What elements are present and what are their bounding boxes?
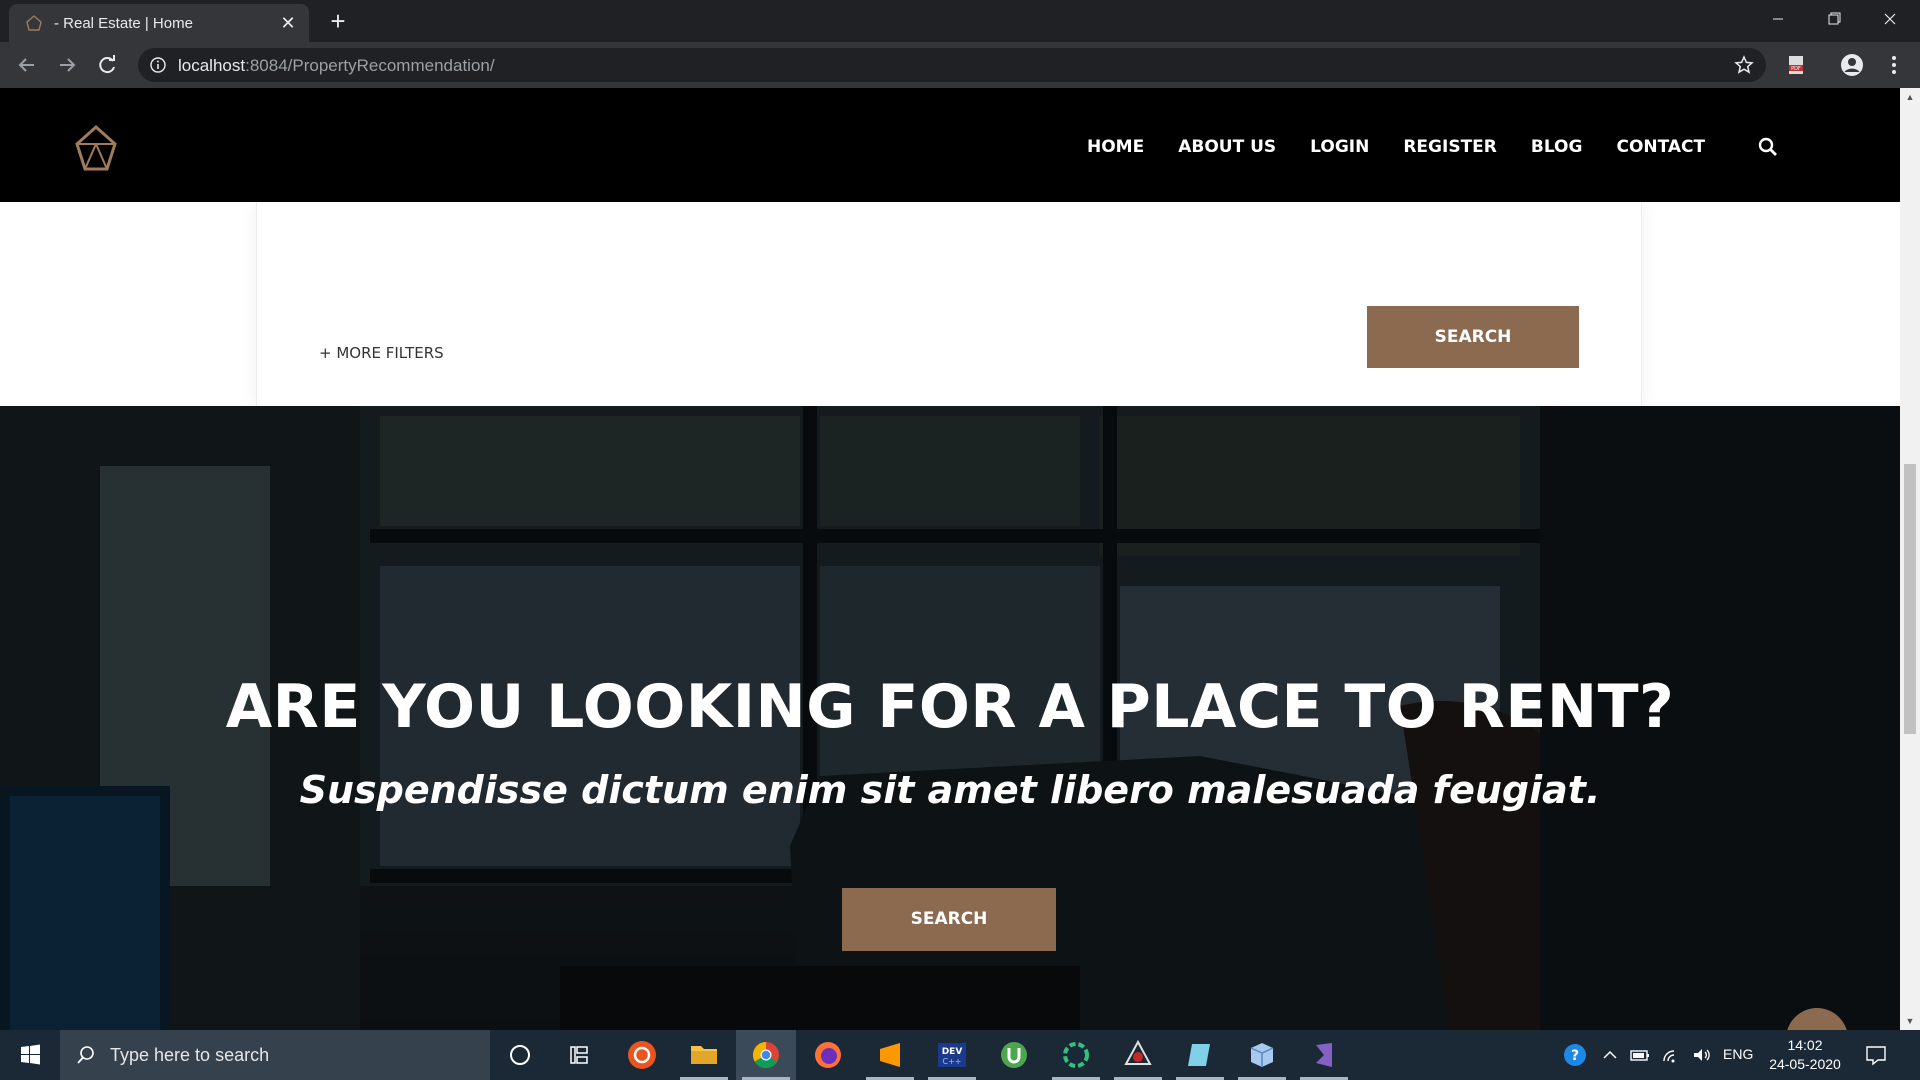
page-viewport: HOME ABOUT US LOGIN REGISTER BLOG CONTAC… <box>0 88 1900 1030</box>
clock-time: 14:02 <box>1787 1037 1823 1053</box>
scroll-thumb[interactable] <box>1904 464 1916 734</box>
input-language[interactable]: ENG <box>1723 1046 1753 1062</box>
chrome-app[interactable] <box>736 1030 796 1080</box>
url-host: localhost <box>178 56 246 75</box>
svg-text:DEV: DEV <box>942 1047 963 1057</box>
svg-text:PDF: PDF <box>1791 66 1801 72</box>
browser-toolbar: localhost:8084/PropertyRecommendation/ P… <box>0 42 1920 88</box>
page-scrollbar[interactable]: ▲ ▼ <box>1900 88 1920 1030</box>
home-favicon-icon <box>26 15 42 31</box>
volume-icon[interactable] <box>1690 1043 1714 1067</box>
chrome-icon <box>752 1041 779 1069</box>
windows-start-icon[interactable] <box>0 1030 60 1080</box>
box-app-icon <box>1250 1043 1274 1067</box>
nav-blog[interactable]: BLOG <box>1514 132 1600 162</box>
spider-app[interactable] <box>1108 1030 1168 1080</box>
nav-about-us[interactable]: ABOUT US <box>1161 132 1293 162</box>
utorrent-icon[interactable] <box>984 1030 1044 1080</box>
profile-avatar-icon[interactable] <box>1840 53 1864 77</box>
svg-text:?: ? <box>1571 1048 1579 1064</box>
nav-home[interactable]: HOME <box>1070 132 1161 162</box>
url-path: :8084/PropertyRecommendation/ <box>245 56 495 75</box>
wifi-icon[interactable] <box>1660 1043 1684 1067</box>
circle-app[interactable] <box>1046 1030 1106 1080</box>
filter-search-button[interactable]: SEARCH <box>1367 306 1579 368</box>
scroll-down-arrow-icon[interactable]: ▼ <box>1905 1016 1915 1026</box>
hero-banner: ARE YOU LOOKING FOR A PLACE TO RENT? Sus… <box>0 406 1900 1030</box>
scroll-up-arrow-icon[interactable]: ▲ <box>1905 92 1915 102</box>
site-info-icon[interactable] <box>150 57 166 73</box>
chevron-up-icon[interactable] <box>1598 1043 1622 1067</box>
task-view-icon[interactable] <box>550 1030 610 1080</box>
windows-taskbar: Type here to search DEV C++ ? ENG 14:02 … <box>0 1030 1920 1080</box>
window-restore-icon[interactable] <box>1806 0 1862 38</box>
system-clock[interactable]: 14:02 24-05-2020 <box>1762 1036 1848 1074</box>
battery-icon[interactable] <box>1628 1043 1652 1067</box>
browser-tab[interactable]: - Real Estate | Home ✕ <box>9 4 309 42</box>
spider-app-icon <box>1124 1039 1152 1065</box>
tab-title: - Real Estate | Home <box>54 15 193 32</box>
clock-date: 24-05-2020 <box>1769 1056 1841 1072</box>
ubuntu-icon[interactable] <box>612 1030 672 1080</box>
reload-icon[interactable] <box>92 50 122 80</box>
site-header: HOME ABOUT US LOGIN REGISTER BLOG CONTAC… <box>0 88 1900 202</box>
devc-app[interactable]: DEV C++ <box>922 1030 982 1080</box>
filter-section: + MORE FILTERS SEARCH <box>0 202 1900 406</box>
notification-center-icon[interactable] <box>1864 1043 1888 1067</box>
nav-register[interactable]: REGISTER <box>1386 132 1514 162</box>
svg-text:C++: C++ <box>943 1057 962 1066</box>
hero-subtitle: Suspendisse dictum enim sit amet libero … <box>299 768 1601 812</box>
tab-close-icon[interactable]: ✕ <box>277 12 299 34</box>
main-nav: HOME ABOUT US LOGIN REGISTER BLOG CONTAC… <box>1070 132 1722 162</box>
address-bar[interactable]: localhost:8084/PropertyRecommendation/ <box>138 48 1766 82</box>
more-filters-link[interactable]: + MORE FILTERS <box>319 344 444 362</box>
visual-studio-app[interactable] <box>1294 1030 1354 1080</box>
pdf-extension-icon[interactable]: PDF <box>1784 53 1808 77</box>
nav-contact[interactable]: CONTACT <box>1599 132 1722 162</box>
browser-tabstrip: - Real Estate | Home ✕ + <box>0 0 1920 42</box>
taskbar-search-box[interactable]: Type here to search <box>60 1030 490 1080</box>
window-minimize-icon[interactable] <box>1750 0 1806 38</box>
search-icon <box>77 1046 94 1064</box>
bookmark-star-icon[interactable] <box>1734 55 1754 75</box>
box-app[interactable] <box>1232 1030 1292 1080</box>
url-text[interactable]: localhost:8084/PropertyRecommendation/ <box>178 56 495 76</box>
forward-arrow-icon[interactable] <box>52 50 82 80</box>
cortana-icon[interactable] <box>490 1030 550 1080</box>
file-explorer-icon <box>691 1046 717 1064</box>
devc-icon: DEV C++ <box>938 1043 966 1067</box>
back-arrow-icon[interactable] <box>12 50 42 80</box>
help-icon[interactable]: ? <box>1563 1043 1587 1067</box>
menu-kebab-icon[interactable] <box>1882 53 1906 77</box>
window-close-icon[interactable] <box>1862 0 1918 38</box>
notes-app-icon <box>1188 1044 1210 1066</box>
visual-studio-icon <box>1316 1043 1332 1067</box>
taskbar-search-placeholder: Type here to search <box>110 1045 270 1065</box>
hero-title: ARE YOU LOOKING FOR A PLACE TO RENT? <box>225 672 1675 742</box>
sublime-text-icon <box>880 1043 900 1067</box>
firefox-icon[interactable] <box>798 1030 858 1080</box>
nav-login[interactable]: LOGIN <box>1293 132 1386 162</box>
new-tab-icon[interactable]: + <box>325 8 351 34</box>
file-explorer-app[interactable] <box>674 1030 734 1080</box>
hero-search-button[interactable]: SEARCH <box>842 888 1056 951</box>
house-logo-icon[interactable] <box>74 124 118 172</box>
notes-app[interactable] <box>1170 1030 1230 1080</box>
filter-box: + MORE FILTERS SEARCH <box>256 202 1642 406</box>
circle-app-icon <box>1063 1042 1089 1068</box>
sublime-text-app[interactable] <box>860 1030 920 1080</box>
search-icon[interactable] <box>1758 137 1778 157</box>
